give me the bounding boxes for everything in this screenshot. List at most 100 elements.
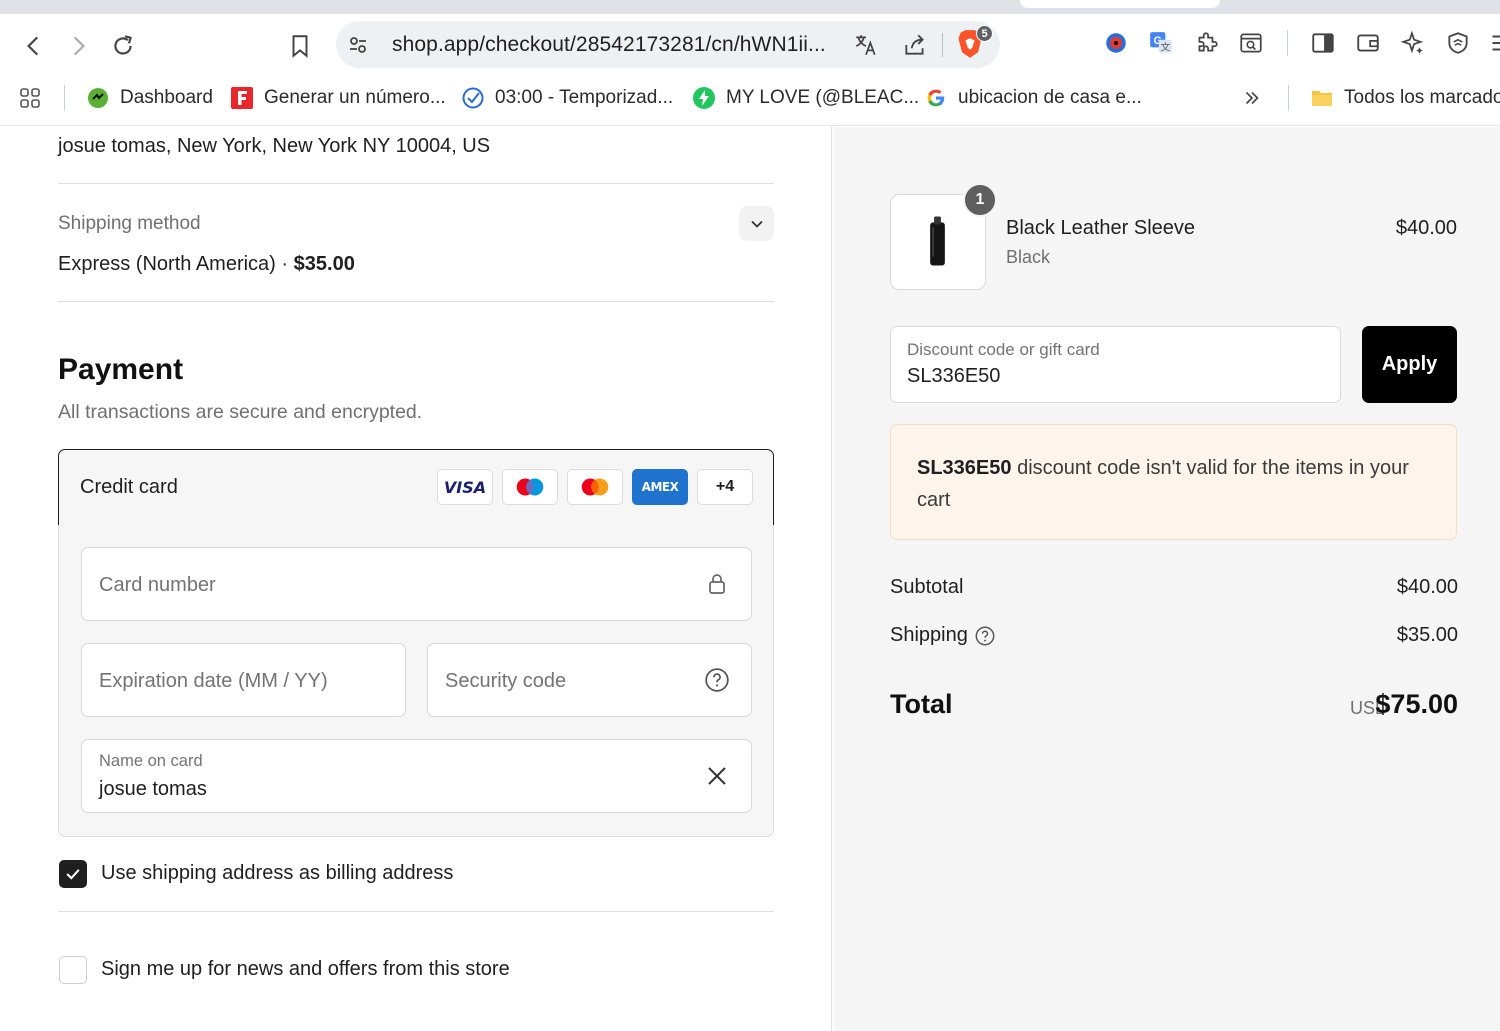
separator-dot: ·	[281, 253, 289, 275]
bookmark-generar[interactable]: Generar un número...	[230, 84, 446, 112]
bookmark-icon	[292, 35, 308, 58]
expiration-date-placeholder: Expiration date (MM / YY)	[99, 670, 328, 692]
active-tab-edge[interactable]	[1020, 0, 1220, 8]
google-favicon	[924, 86, 948, 110]
shipping-method-value: Express (North America) · $35.00	[58, 253, 355, 276]
window-search-icon	[1240, 33, 1262, 53]
bookmark-dashboard[interactable]: Dashboard	[86, 84, 213, 112]
sidebar-toggle-button[interactable]	[1308, 28, 1338, 58]
share-icon[interactable]	[902, 32, 928, 58]
dashboard-favicon	[86, 86, 110, 110]
double-chevron-icon	[1240, 86, 1264, 110]
shipping-method-toggle[interactable]	[739, 206, 774, 241]
browser-toolbar: shop.app/checkout/28542173281/cn/hWN1ii.…	[0, 14, 1500, 76]
sparkle-icon	[1400, 30, 1424, 54]
bolt-favicon	[692, 86, 716, 110]
name-on-card-field[interactable]: Name on card josue tomas	[81, 739, 752, 813]
card-number-field[interactable]: Card number	[81, 547, 752, 621]
payment-title: Payment	[58, 353, 184, 386]
amex-text: AMEX	[641, 480, 679, 494]
checkmark-icon	[66, 869, 80, 880]
checkout-form: josue tomas, New York, New York NY 10004…	[0, 127, 832, 1031]
discount-error-banner: SL336E50 discount code isn't valid for t…	[890, 424, 1457, 540]
wallet-button[interactable]	[1353, 28, 1383, 58]
newsletter-checkbox[interactable]	[59, 956, 87, 984]
discount-error-text: SL336E50 discount code isn't valid for t…	[917, 452, 1437, 516]
shield-icon	[1448, 32, 1468, 54]
card-number-placeholder: Card number	[99, 574, 216, 596]
reading-mode-button[interactable]	[1236, 28, 1266, 58]
reload-button[interactable]	[105, 28, 141, 64]
extension-translate-button[interactable]: G文	[1146, 28, 1176, 58]
svg-text:文: 文	[1160, 41, 1170, 54]
lock-icon	[703, 570, 731, 598]
product-name: Black Leather Sleeve	[1006, 217, 1196, 239]
bookmark-ubicacion[interactable]: ubicacion de casa e...	[924, 84, 1142, 112]
credit-card-option[interactable]: Credit card VISA AMEX +4	[58, 449, 774, 526]
apply-discount-button[interactable]: Apply	[1362, 326, 1457, 403]
f-favicon	[230, 86, 254, 110]
brave-shields-button[interactable]: 5	[956, 25, 993, 61]
bookmark-temporizador[interactable]: 03:00 - Temporizad...	[461, 84, 673, 112]
vpn-button[interactable]	[1443, 28, 1473, 58]
more-cards-text: +4	[715, 478, 735, 495]
discount-code-field[interactable]: Discount code or gift card SL336E50	[890, 326, 1341, 403]
discount-error-code: SL336E50	[917, 457, 1012, 479]
shipping-help-icon[interactable]	[974, 625, 996, 647]
newsletter-label[interactable]: Sign me up for news and offers from this…	[101, 958, 510, 981]
more-cards-badge: +4	[697, 469, 753, 505]
back-arrow-icon	[27, 36, 39, 56]
bookmarks-overflow-button[interactable]	[1240, 84, 1264, 112]
all-bookmarks-folder[interactable]: Todos los marcadores	[1310, 84, 1500, 112]
shipping-row: Shipping	[890, 624, 996, 647]
divider	[58, 301, 774, 302]
site-settings-icon[interactable]	[346, 33, 370, 57]
sidebar-icon	[1312, 33, 1334, 53]
url-text[interactable]: shop.app/checkout/28542173281/cn/hWN1ii.…	[392, 33, 826, 57]
billing-address-label[interactable]: Use shipping address as billing address	[101, 862, 453, 885]
divider	[58, 911, 774, 912]
bookmarks-separator	[1288, 85, 1289, 111]
name-on-card-value[interactable]: josue tomas	[99, 778, 207, 801]
reload-icon	[114, 35, 132, 55]
order-summary: 1 Black Leather Sleeve Black $40.00 Disc…	[833, 127, 1500, 1031]
leo-ai-button[interactable]	[1398, 28, 1428, 58]
shipping-method-name: Express (North America)	[58, 253, 276, 275]
expiration-date-field[interactable]: Expiration date (MM / YY)	[81, 643, 406, 717]
discount-code-label: Discount code or gift card	[907, 340, 1100, 359]
bookmark-label: Dashboard	[120, 87, 213, 108]
bookmark-label: Generar un número...	[264, 87, 446, 108]
bookmark-my-love[interactable]: MY LOVE (@BLEAC...	[692, 84, 919, 112]
puzzle-icon	[1198, 32, 1218, 52]
back-button[interactable]	[16, 28, 52, 64]
payment-subtitle: All transactions are secure and encrypte…	[58, 401, 423, 423]
bookmark-label: 03:00 - Temporizad...	[495, 87, 674, 108]
menu-icon	[1492, 35, 1500, 51]
subtotal-value: $40.00	[1396, 576, 1458, 598]
all-bookmarks-label: Todos los marcadores	[1344, 87, 1500, 108]
clear-icon[interactable]	[703, 762, 731, 790]
translate-icon[interactable]	[853, 32, 879, 58]
browser-menu-button[interactable]	[1484, 28, 1500, 58]
discount-code-value[interactable]: SL336E50	[907, 365, 1000, 388]
divider	[58, 183, 774, 184]
billing-address-checkbox[interactable]	[59, 860, 87, 888]
toolbar-separator	[1287, 30, 1288, 56]
tab-strip	[0, 0, 1500, 14]
amex-logo-icon: AMEX	[632, 469, 688, 505]
extension-ladybug-button[interactable]	[1101, 28, 1131, 58]
quantity-badge: 1	[963, 183, 997, 217]
credit-card-form: Card number Expiration date (MM / YY) Se…	[58, 525, 774, 837]
address-bar[interactable]: shop.app/checkout/28542173281/cn/hWN1ii.…	[336, 21, 1000, 68]
product-variant: Black	[1006, 247, 1051, 267]
apps-button[interactable]	[18, 84, 42, 112]
help-circle-icon[interactable]	[703, 666, 731, 694]
bookmark-label: ubicacion de casa e...	[958, 87, 1142, 108]
security-code-placeholder: Security code	[445, 670, 567, 692]
extensions-button[interactable]	[1192, 28, 1222, 58]
ladybug-icon	[1106, 33, 1126, 53]
forward-arrow-icon	[73, 36, 85, 56]
security-code-field[interactable]: Security code	[427, 643, 752, 717]
bookmark-page-button[interactable]	[282, 28, 318, 64]
forward-button[interactable]	[60, 28, 96, 64]
